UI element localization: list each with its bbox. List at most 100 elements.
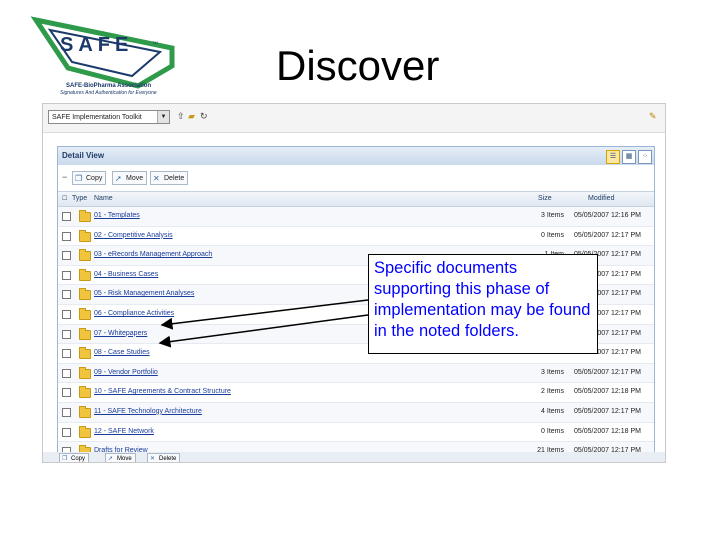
folder-modified: 05/05/2007 12:18 PM (574, 388, 641, 396)
library-select-value: SAFE Implementation Toolkit (52, 114, 142, 121)
move-button[interactable]: ➚ Move (112, 171, 148, 185)
folder-name-link[interactable]: 09 - Vendor Portfolio (94, 364, 158, 382)
collapse-icon[interactable]: − (62, 172, 67, 182)
row-checkbox[interactable] (62, 290, 71, 300)
folder-icon (79, 288, 91, 301)
folder-name-link[interactable]: 06 - Compliance Activities (94, 305, 174, 323)
column-name[interactable]: Name (94, 192, 113, 206)
folder-modified: 05/05/2007 12:17 PM (574, 407, 641, 415)
refresh-icon[interactable]: ↻ (200, 111, 209, 122)
row-checkbox[interactable] (62, 388, 71, 398)
copy-label: Copy (86, 175, 103, 182)
footer-copy-button[interactable]: ❐ Copy (59, 453, 90, 462)
folder-icon (79, 229, 91, 242)
move-label: Move (126, 175, 144, 182)
logo-tagline: SAFE-BioPharma Association (66, 83, 152, 89)
upload-icon[interactable]: ⇧ (177, 111, 186, 122)
folder-name-link[interactable]: 04 - Business Cases (94, 266, 158, 284)
folder-icon (79, 386, 91, 399)
delete-icon: ✕ (150, 456, 156, 462)
action-bar: − ❐ Copy ➚ Move ✕ Delete (58, 169, 654, 187)
folder-size: 0 Items (541, 231, 564, 239)
table-row[interactable]: 10 - SAFE Agreements & Contract Structur… (58, 383, 654, 403)
row-checkbox[interactable] (62, 231, 71, 241)
footer-copy-label: Copy (71, 456, 86, 462)
delete-icon: ✕ (153, 174, 160, 183)
logo-subtagline: Signatures And Authentication for Everyo… (60, 90, 157, 96)
table-row[interactable]: 12 - SAFE Network 0 Items 05/05/2007 12:18… (58, 423, 654, 443)
copy-icon: ❐ (62, 456, 68, 462)
library-select[interactable]: SAFE Implementation Toolkit ▼ (48, 110, 170, 124)
copy-icon: ❐ (75, 174, 83, 183)
folder-modified: 05/05/2007 12:17 PM (574, 368, 641, 376)
new-folder-icon[interactable]: ▰ (188, 111, 197, 122)
folder-icon (79, 366, 91, 379)
row-checkbox[interactable] (62, 251, 71, 261)
footer-move-label: Move (117, 456, 132, 462)
folder-modified: 05/05/2007 12:16 PM (574, 212, 641, 219)
slide-title: Discover (276, 42, 440, 89)
select-all-checkbox[interactable]: ☐ (62, 192, 67, 206)
chevron-down-icon[interactable]: ▼ (157, 111, 169, 123)
row-checkbox[interactable] (62, 309, 71, 319)
folder-name-link[interactable]: 12 - SAFE Network (94, 423, 154, 441)
folder-name-link[interactable]: 07 - Whitepapers (94, 325, 147, 343)
folder-name-link[interactable]: 03 - eRecords Management Approach (94, 246, 212, 264)
panel-title: Detail View (62, 151, 105, 160)
footer-delete-button[interactable]: ✕ Delete (147, 453, 181, 462)
folder-icon (79, 425, 91, 438)
column-size[interactable]: Size (538, 192, 552, 206)
folder-name-link[interactable]: 11 - SAFE Technology Architecture (94, 403, 202, 421)
folder-name-link[interactable]: 01 - Templates (94, 207, 140, 225)
panel-header: Detail View ☰ ▦ ⁘ (58, 147, 654, 165)
logo-wordmark: SAFE (60, 34, 133, 56)
folder-icon (79, 347, 91, 360)
table-row[interactable]: 11 - SAFE Technology Architecture 4 Items… (58, 402, 654, 423)
folder-icon (79, 249, 91, 262)
folder-size: 3 Items (541, 368, 564, 376)
folder-icon (79, 307, 91, 320)
folder-modified: 05/05/2007 12:17 PM (574, 231, 641, 239)
folder-name-link[interactable]: 08 - Case Studies (94, 344, 150, 362)
details-view-icon[interactable]: ☰ (606, 150, 620, 164)
folder-name-link[interactable]: 10 - SAFE Agreements & Contract Structur… (94, 383, 231, 401)
folder-name-link[interactable]: 02 - Competitive Analysis (94, 227, 173, 245)
folder-size: 0 Items (541, 427, 564, 435)
column-modified[interactable]: Modified (588, 192, 614, 206)
table-row[interactable]: 01 - Templates 3 Items 05/05/2007 12:16 PM (58, 207, 654, 227)
folder-name-link[interactable]: 05 - Risk Management Analyses (94, 285, 194, 303)
column-type[interactable]: Type (72, 192, 87, 206)
row-checkbox[interactable] (62, 407, 71, 417)
row-checkbox[interactable] (62, 368, 71, 378)
folder-icon (79, 268, 91, 281)
delete-label: Delete (164, 175, 185, 182)
thumbnail-view-icon[interactable]: ▦ (622, 150, 636, 164)
table-row[interactable]: 09 - Vendor Portfolio 3 Items 05/05/2007 1… (58, 363, 654, 384)
folder-size: 3 Items (541, 212, 564, 219)
move-icon: ➚ (108, 456, 114, 462)
table-header: ☐ Type Name Size Modified (58, 191, 654, 207)
folder-icon (79, 327, 91, 340)
folder-size: 2 Items (541, 388, 564, 396)
footer-action-bar: ❐ Copy ➚ Move ✕ Delete (43, 452, 665, 462)
folder-size: 4 Items (541, 407, 564, 415)
folder-modified: 05/05/2007 12:18 PM (574, 427, 641, 435)
folder-icon (79, 405, 91, 418)
footer-delete-label: Delete (159, 456, 177, 462)
library-toolbar: SAFE Implementation Toolkit ▼ ⇧ ▰ ↻ ✎ (43, 104, 665, 133)
row-checkbox[interactable] (62, 427, 71, 437)
small-icons-view-icon[interactable]: ⁘ (638, 150, 652, 164)
copy-button[interactable]: ❐ Copy (72, 171, 107, 185)
callout-box: Specific documents supporting this phase… (368, 254, 598, 354)
footer-move-button[interactable]: ➚ Move (105, 453, 136, 462)
logo-tm: TM (152, 40, 158, 45)
row-checkbox[interactable] (62, 349, 71, 359)
row-checkbox[interactable] (62, 270, 71, 280)
edit-icon[interactable]: ✎ (649, 111, 659, 121)
table-row[interactable]: 02 - Competitive Analysis 0 Items 05/05/20… (58, 227, 654, 247)
delete-button[interactable]: ✕ Delete (150, 171, 189, 185)
row-checkbox[interactable] (62, 212, 71, 221)
folder-icon (79, 210, 91, 222)
row-checkbox[interactable] (62, 329, 71, 339)
move-icon: ➚ (115, 174, 122, 183)
